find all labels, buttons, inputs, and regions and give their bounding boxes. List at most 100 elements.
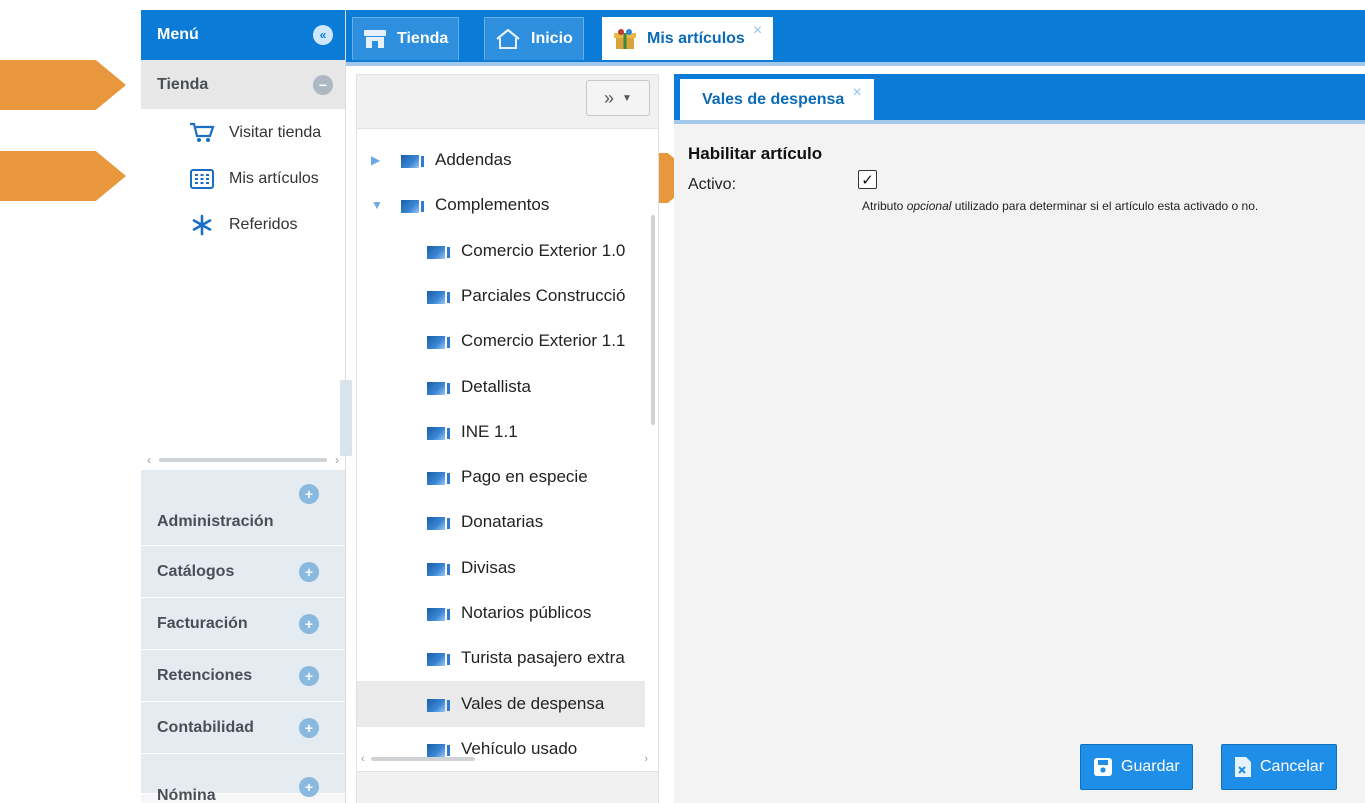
tab-label: Vales de despensa bbox=[702, 90, 845, 108]
tab-tienda[interactable]: Tienda bbox=[352, 17, 460, 60]
module-icon bbox=[427, 560, 453, 576]
module-icon bbox=[427, 333, 453, 350]
cancel-document-icon bbox=[1234, 756, 1252, 778]
tab-vales-de-despensa[interactable]: Vales de despensa × bbox=[680, 79, 874, 120]
section-contabilidad[interactable]: Contabilidad + bbox=[141, 702, 345, 754]
section-catalogos[interactable]: Catálogos + bbox=[141, 546, 345, 598]
tree-node-label: Comercio Exterior 1.0 bbox=[461, 240, 626, 260]
section-nomina[interactable]: Nómina + bbox=[141, 754, 345, 803]
tree-node[interactable]: ▼ Complementos bbox=[371, 182, 550, 228]
section-label: Administración bbox=[157, 513, 274, 530]
plus-circle-icon[interactable]: + bbox=[299, 561, 319, 582]
tree-vertical-scrollbar[interactable] bbox=[651, 215, 655, 425]
module-icon bbox=[427, 469, 453, 486]
cart-icon bbox=[189, 122, 215, 144]
plus-circle-icon[interactable]: + bbox=[299, 665, 319, 686]
menu-item-label: Mis artículos bbox=[229, 170, 319, 187]
hint-emphasis: opcional bbox=[906, 199, 952, 213]
double-chevron-right-icon: » bbox=[604, 87, 615, 108]
menu-horizontal-scrollbar[interactable]: ‹ › bbox=[141, 450, 345, 470]
activo-checkbox[interactable]: ✓ bbox=[858, 170, 877, 189]
tree-node-label: Complementos bbox=[435, 195, 550, 215]
module-icon bbox=[427, 379, 453, 395]
hint-text: utilizado para determinar si el artículo… bbox=[951, 199, 1259, 213]
expand-menu-button[interactable]: » ▼ bbox=[586, 80, 650, 116]
tab-label: Mis artículos bbox=[647, 30, 745, 47]
plus-circle-icon[interactable]: + bbox=[299, 777, 319, 797]
close-icon[interactable]: × bbox=[753, 22, 762, 40]
close-icon[interactable]: × bbox=[852, 84, 861, 102]
side-menu: Menú « Tienda − Visitar tienda Mis artíc… bbox=[141, 10, 346, 803]
tienda-items: Visitar tienda Mis artículos Referidos ‹… bbox=[141, 110, 345, 470]
section-tienda[interactable]: Tienda − bbox=[141, 60, 345, 110]
tree-node[interactable]: Vales de despensa bbox=[357, 680, 645, 727]
hint-text: Atributo bbox=[862, 199, 907, 213]
tree-horizontal-scrollbar[interactable]: ‹ › bbox=[361, 751, 648, 767]
caret-down-icon[interactable]: ▼ bbox=[371, 198, 383, 212]
save-button[interactable]: Guardar bbox=[1080, 744, 1193, 790]
tree-node-label: Pago en especie bbox=[461, 467, 588, 487]
articles-tree-panel: » ▼ ▶ Addendas ▼ Complementos Comercio Exter… bbox=[356, 74, 659, 803]
annotation-arrow-mis-articulos bbox=[0, 151, 126, 201]
menu-title: Menú bbox=[157, 26, 199, 43]
plus-circle-icon[interactable]: + bbox=[299, 613, 319, 634]
module-icon bbox=[401, 197, 427, 214]
tree-node[interactable]: Comercio Exterior 1.1 bbox=[427, 318, 625, 364]
tree-node-label: Donatarias bbox=[461, 512, 544, 532]
module-icon bbox=[401, 152, 427, 168]
module-icon bbox=[427, 424, 453, 440]
tree-node[interactable]: Donatarias bbox=[427, 499, 543, 545]
cancel-button[interactable]: Cancelar bbox=[1221, 744, 1338, 790]
section-retenciones[interactable]: Retenciones + bbox=[141, 650, 345, 702]
section-facturacion[interactable]: Facturación + bbox=[141, 598, 345, 650]
tab-label: Inicio bbox=[531, 30, 573, 47]
section-label: Facturación bbox=[157, 614, 248, 632]
tree-node[interactable]: ▶ Addendas bbox=[371, 137, 512, 183]
menu-item-mis-articulos[interactable]: Mis artículos bbox=[141, 156, 345, 202]
caret-right-icon[interactable]: ▶ bbox=[371, 153, 380, 167]
menu-header: Menú « bbox=[141, 10, 345, 60]
tab-inicio[interactable]: Inicio bbox=[484, 17, 584, 60]
panel-splitter[interactable] bbox=[340, 380, 352, 456]
tree-node-label: INE 1.1 bbox=[461, 421, 518, 441]
activo-hint: Atributo opcional utilizado para determi… bbox=[862, 196, 1262, 217]
tree-toolbar: » ▼ bbox=[357, 75, 658, 129]
module-icon bbox=[427, 288, 453, 304]
tree-node[interactable]: Divisas bbox=[427, 545, 516, 591]
activo-label: Activo: bbox=[688, 176, 737, 193]
tree-node[interactable]: Pago en especie bbox=[427, 454, 588, 500]
tree-node[interactable]: Parciales Construcció bbox=[427, 273, 625, 319]
plus-circle-icon[interactable]: + bbox=[299, 717, 319, 738]
section-administracion[interactable]: Administración + bbox=[141, 470, 345, 546]
tree-node-label: Comercio Exterior 1.1 bbox=[461, 331, 626, 351]
tree-node-label: Vales de despensa bbox=[461, 693, 605, 713]
checkmark-icon: ✓ bbox=[861, 171, 874, 189]
menu-item-visitar-tienda[interactable]: Visitar tienda bbox=[141, 110, 345, 156]
asterisk-icon bbox=[189, 214, 215, 236]
section-label: Tienda bbox=[157, 75, 209, 93]
grid-icon bbox=[189, 168, 215, 190]
tree-node[interactable]: INE 1.1 bbox=[427, 409, 518, 455]
tab-mis-articulos[interactable]: Mis artículos × bbox=[602, 17, 774, 60]
module-icon bbox=[427, 243, 453, 259]
double-chevron-left-icon[interactable]: « bbox=[313, 25, 333, 45]
gift-icon bbox=[613, 28, 637, 50]
floppy-disk-icon bbox=[1093, 757, 1113, 777]
module-icon bbox=[427, 605, 453, 621]
tree-node-label: Parciales Construcció bbox=[461, 285, 626, 305]
menu-item-referidos[interactable]: Referidos bbox=[141, 202, 345, 248]
tree-node-label: Notarios públicos bbox=[461, 603, 592, 622]
menu-item-label: Referidos bbox=[229, 216, 298, 233]
tree-node[interactable]: Notarios públicos bbox=[427, 590, 591, 636]
save-label: Guardar bbox=[1121, 758, 1180, 775]
menu-item-label: Visitar tienda bbox=[229, 124, 322, 141]
tree-node[interactable]: Turista pasajero extra bbox=[427, 635, 625, 681]
plus-circle-icon[interactable]: + bbox=[299, 484, 319, 504]
tree-node[interactable]: Comercio Exterior 1.0 bbox=[427, 228, 625, 274]
tree-node[interactable]: Detallista bbox=[427, 364, 531, 410]
minus-circle-icon[interactable]: − bbox=[313, 74, 333, 95]
module-icon bbox=[427, 650, 453, 667]
caret-down-icon: ▼ bbox=[622, 92, 632, 104]
top-tabs-bar: Tienda Inicio Mis artículos × bbox=[346, 10, 1365, 66]
section-label: Nómina bbox=[157, 787, 216, 803]
